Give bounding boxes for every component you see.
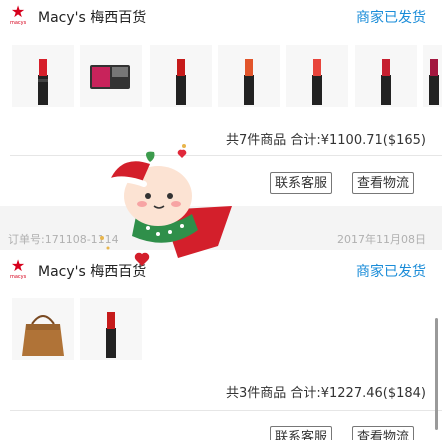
contact-service-button[interactable]: 联系客服 (270, 172, 333, 194)
view-logistics-button[interactable]: 查看物流 (352, 172, 415, 194)
store-header[interactable]: ★ macys Macy's 梅西百货 商家已发货 (0, 0, 442, 32)
product-thumb-lipstick[interactable] (12, 45, 74, 107)
order-summary: 共3件商品 合计:¥1227.46($184) (225, 386, 426, 401)
macys-star-icon: ★ macys (10, 2, 27, 26)
product-thumb-lipstick[interactable] (286, 45, 348, 107)
divider (10, 410, 442, 411)
product-thumb-palette[interactable] (80, 45, 142, 107)
product-thumbnails[interactable] (0, 298, 442, 368)
macys-star-icon: ★ macys (10, 256, 27, 280)
product-thumb-lipstick[interactable] (218, 45, 280, 107)
order-summary: 共7件商品 合计:¥1100.71($165) (225, 133, 426, 148)
product-thumb-lipstick[interactable] (355, 45, 417, 107)
contact-service-button[interactable]: 联系客服 (270, 426, 333, 440)
store-name[interactable]: Macy's 梅西百货 (38, 7, 146, 27)
product-thumbnails[interactable] (0, 45, 442, 115)
order-date: 2017年11月08日 (337, 233, 426, 246)
christmas-sticker-icon[interactable] (92, 140, 238, 272)
product-thumb-lipstick[interactable] (150, 45, 212, 107)
view-logistics-button[interactable]: 查看物流 (352, 426, 415, 440)
product-thumb-handbag[interactable] (12, 298, 74, 360)
product-thumb-lipstick[interactable] (423, 45, 442, 107)
product-thumb-lipstick[interactable] (80, 298, 142, 360)
scrollbar[interactable] (435, 318, 438, 430)
order-card: ★ macys Macy's 梅西百货 商家已发货 共3件商品 合计:¥1227.… (0, 250, 442, 440)
order-status: 商家已发货 (356, 264, 426, 280)
order-status: 商家已发货 (356, 10, 426, 26)
